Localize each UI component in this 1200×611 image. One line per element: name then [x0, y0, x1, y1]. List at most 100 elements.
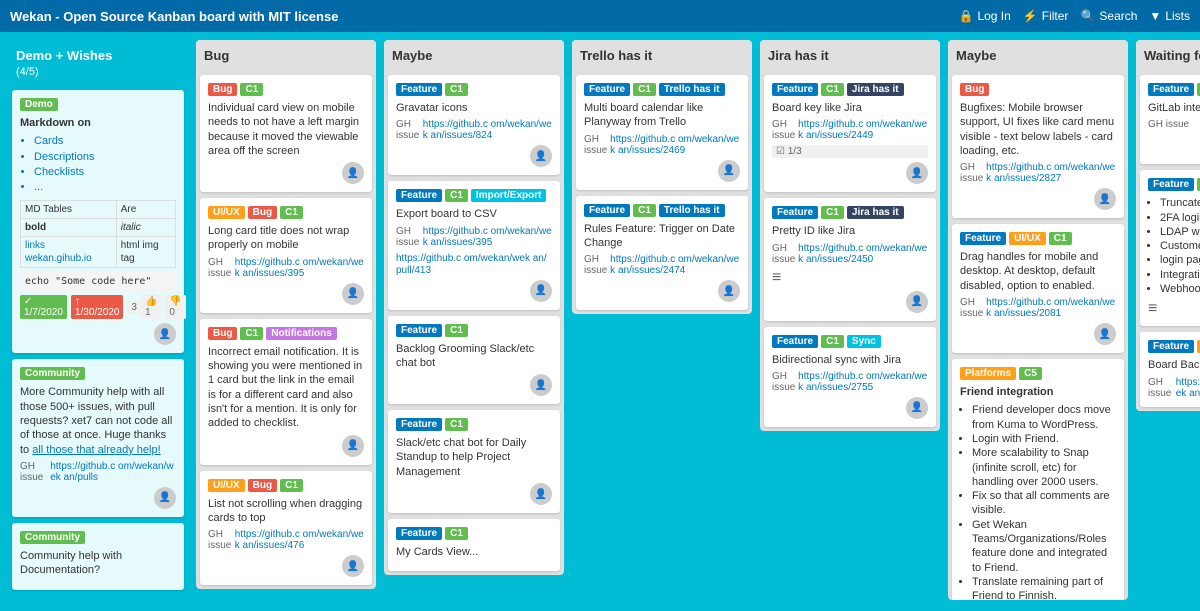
card-trello-2[interactable]: Feature C1 Trello has it Rules Feature: … — [576, 196, 748, 311]
card-title-maybe2-2: Drag handles for mobile and desktop. At … — [960, 250, 1116, 293]
card-link-jira-1[interactable]: https://github.c om/wekan/wek an/issues/… — [798, 119, 928, 141]
column-header-bug: Bug — [196, 40, 376, 71]
card-link-jira-3[interactable]: https://github.c om/wekan/wek an/issues/… — [798, 371, 928, 393]
card-link-trello-2[interactable]: https://github.c om/wekan/wek an/issues/… — [610, 254, 740, 276]
card-title-trello-1: Multi board calendar like Planyway from … — [584, 101, 740, 130]
tag-uiux: UI/UX — [208, 479, 245, 492]
thumb-up-badge: 👍 1 — [141, 295, 161, 319]
card-bug-2[interactable]: UI/UX Bug C1 Long card title does not wr… — [200, 198, 372, 313]
tag-trellohasit: Trello has it — [659, 83, 725, 96]
tag-trellohasit: Trello has it — [659, 204, 725, 217]
tag-feature: Feature — [772, 83, 818, 96]
card-maybe-5[interactable]: Feature C1 My Cards View... — [388, 519, 560, 571]
card-markdown[interactable]: Demo Markdown on Cards Descriptions Chec… — [12, 90, 184, 353]
lists-icon: ▼ — [1149, 9, 1161, 23]
column-trello: Trello has it Feature C1 Trello has it M… — [572, 40, 752, 314]
card-jira-2[interactable]: Feature C1 Jira has it Pretty ID like Ji… — [764, 198, 936, 320]
card-waiting-3[interactable]: Feature UI/UX Board Background ! GH issu… — [1140, 332, 1200, 406]
card-bug-4[interactable]: UI/UX Bug C1 List not scrolling when dra… — [200, 471, 372, 586]
card-link-maybe-2b[interactable]: https://github.c om/wekan/wek an/pull/41… — [396, 253, 547, 276]
column-header-demo-wishes: Demo + Wishes(4/5) — [8, 40, 188, 86]
card-bug-3[interactable]: Bug C1 Notifications Incorrect email not… — [200, 319, 372, 465]
tag-bug: Bug — [248, 206, 277, 219]
tag-c1: C1 — [445, 527, 468, 540]
checklist-badge: ☑ 1/3 — [772, 145, 928, 158]
card-waiting-2[interactable]: Feature C14+Sa Truncate/Scroll b... 2FA … — [1140, 170, 1200, 326]
tag-c1: C1 — [821, 206, 844, 219]
thumb-down-badge: 👎 0 — [165, 295, 185, 319]
card-community-2[interactable]: Community Community help with Documentat… — [12, 523, 184, 590]
card-link-maybe-2[interactable]: https://github.c om/wekan/wek an/issues/… — [423, 226, 552, 248]
gh-issue-label: GH issue — [1148, 119, 1189, 130]
tag-bug: Bug — [960, 83, 989, 96]
filter-button[interactable]: ⚡ Filter — [1023, 9, 1069, 23]
tag-c1: C1 — [280, 479, 303, 492]
card-maybe-1[interactable]: Feature C1 Gravatar icons GH issue https… — [388, 75, 560, 175]
card-link-bug-2[interactable]: https://github.c om/wekan/wek an/issues/… — [235, 257, 364, 279]
card-waiting-1[interactable]: Feature C6 50 GitLab integration GH issu… — [1140, 75, 1200, 164]
tag-feature: Feature — [1148, 340, 1194, 353]
gh-issue-label: GH issue — [1148, 377, 1176, 399]
card-title-bug-4: List not scrolling when dragging cards t… — [208, 497, 364, 526]
card-bug-1[interactable]: Bug C1 Individual card view on mobile ne… — [200, 75, 372, 192]
card-maybe-2[interactable]: Feature C1 Import/Export Export board to… — [388, 181, 560, 309]
tag-importexport: Import/Export — [471, 189, 547, 202]
search-button[interactable]: 🔍 Search — [1080, 9, 1137, 23]
gh-issue-label: GH issue — [20, 461, 50, 483]
card-community-1[interactable]: Community More Community help with all t… — [12, 359, 184, 516]
card-maybe-3[interactable]: Feature C1 Backlog Grooming Slack/etc ch… — [388, 316, 560, 405]
card-title-bug-2: Long card title does not wrap properly o… — [208, 224, 364, 253]
column-waiting: Waiting for funding Feature C6 50 GitLab… — [1136, 40, 1200, 411]
card-jira-3[interactable]: Feature C1 Sync Bidirectional sync with … — [764, 327, 936, 427]
tag-c1: C1 — [240, 327, 263, 340]
date-badge-end: ↑ 1/30/2020 — [71, 295, 123, 319]
lists-button[interactable]: ▼ Lists — [1149, 9, 1190, 23]
card-title-jira-1: Board key like Jira — [772, 101, 928, 115]
card-link-bug-4[interactable]: https://github.c om/wekan/wek an/issues/… — [235, 529, 364, 551]
card-maybe2-1[interactable]: Bug Bugfixes: Mobile browser support, UI… — [952, 75, 1124, 218]
date-badge-start: ✓ 1/7/2020 — [20, 295, 67, 319]
card-trello-1[interactable]: Feature C1 Trello has it Multi board cal… — [576, 75, 748, 190]
tag-feature: Feature — [1148, 178, 1194, 191]
card-title-maybe2-3: Friend integration Friend developer docs… — [960, 385, 1116, 600]
tag-demo: Demo — [20, 98, 58, 111]
login-button[interactable]: 🔒 Log In — [958, 9, 1010, 23]
card-link-maybe2-1[interactable]: https://github.c om/wekan/wek an/issues/… — [986, 162, 1116, 184]
app-header: Wekan - Open Source Kanban board with MI… — [0, 0, 1200, 32]
avatar: 👤 — [718, 280, 740, 302]
tag-community-2: Community — [20, 531, 85, 544]
card-title-maybe-5: My Cards View... — [396, 545, 552, 559]
card-link-waiting-3[interactable]: https://github.c om/wekan/wek an/issues/… — [1176, 377, 1200, 399]
board: Demo + Wishes(4/5) Demo Markdown on Card… — [0, 32, 1200, 611]
gh-issue-label: GH issue — [584, 134, 610, 156]
column-maybe-2: Maybe Bug Bugfixes: Mobile browser suppo… — [948, 40, 1128, 600]
card-title-jira-2: Pretty ID like Jira — [772, 224, 928, 238]
card-title-maybe2-1: Bugfixes: Mobile browser support, UI fix… — [960, 101, 1116, 158]
tag-uiux: UI/UX — [208, 206, 245, 219]
card-maybe2-2[interactable]: Feature UI/UX C1 Drag handles for mobile… — [952, 224, 1124, 353]
tag-feature: Feature — [396, 418, 442, 431]
card-link-community-1[interactable]: https://github.c om/wekan/wek an/pulls — [50, 461, 176, 483]
card-title-community-1: More Community help with all those 500+ … — [20, 385, 176, 456]
tag-c1: C1 — [445, 189, 468, 202]
tag-feature: Feature — [396, 527, 442, 540]
tag-feature: Feature — [396, 324, 442, 337]
card-maybe-4[interactable]: Feature C1 Slack/etc chat bot for Daily … — [388, 410, 560, 513]
card-title-community-2: Community help with Documentation? — [20, 549, 176, 578]
card-title-waiting-2: Truncate/Scroll b... 2FA login for clie.… — [1148, 196, 1200, 296]
card-jira-1[interactable]: Feature C1 Jira has it Board key like Ji… — [764, 75, 936, 192]
card-maybe2-3[interactable]: Platforms C5 Friend integration Friend d… — [952, 359, 1124, 600]
tag-sync: Sync — [847, 335, 881, 348]
avatar: 👤 — [530, 280, 552, 302]
card-link-trello-1[interactable]: https://github.c om/wekan/wek an/issues/… — [610, 134, 740, 156]
gh-issue-label: GH issue — [960, 297, 986, 319]
card-title-jira-3: Bidirectional sync with Jira — [772, 353, 928, 367]
tag-c1: C1 — [240, 83, 263, 96]
tag-c1: C1 — [821, 83, 844, 96]
avatar: 👤 — [530, 145, 552, 167]
card-link-maybe2-2[interactable]: https://github.c om/wekan/wek an/issues/… — [986, 297, 1116, 319]
card-link-maybe-1[interactable]: https://github.c om/wekan/wek an/issues/… — [423, 119, 552, 141]
card-link-jira-2[interactable]: https://github.c om/wekan/wek an/issues/… — [798, 243, 928, 265]
tag-uiux: UI/UX — [1009, 232, 1046, 245]
card-title-bug-1: Individual card view on mobile needs to … — [208, 101, 364, 158]
